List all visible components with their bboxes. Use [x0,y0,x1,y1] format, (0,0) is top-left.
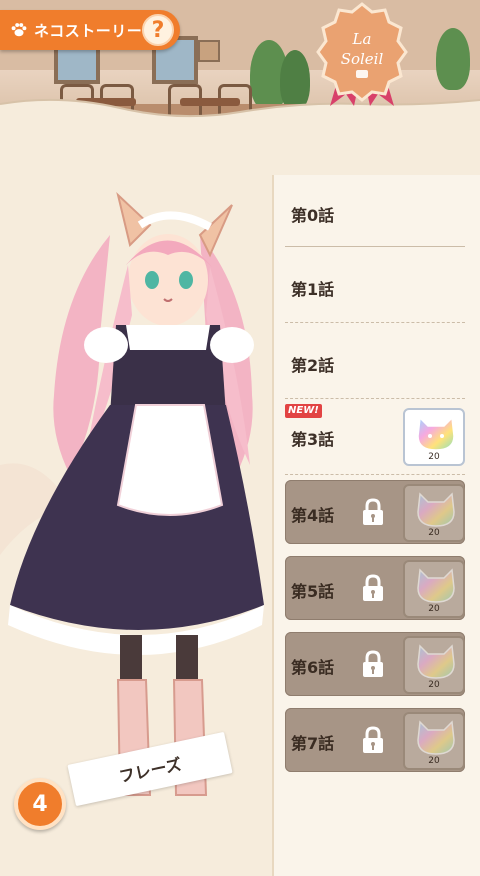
lock-icon [363,498,383,525]
chapter-label: 第2話 [291,356,335,375]
emblem-line1: La [352,30,372,48]
reward-count: 20 [428,528,440,538]
divider [285,246,465,247]
chapter-item-5[interactable]: 第5話 20 [285,556,465,620]
reward-item: 20 [403,560,465,618]
la-soleil-emblem: La Soleil [316,2,408,106]
chapter-label: 第6話 [291,658,335,677]
plant [436,28,470,90]
chapter-label: 第1話 [291,280,335,299]
rainbow-cat-gem-icon [417,416,455,451]
wall-frame [198,40,220,62]
reward-item[interactable]: 20 [403,408,465,466]
chapter-item-7[interactable]: 第7話 20 [285,708,465,772]
chapter-item-3[interactable]: 第3話 20 [285,404,465,468]
reward-item: 20 [403,636,465,694]
reward-item: 20 [403,712,465,770]
reward-count: 20 [428,452,440,462]
rainbow-cat-gem-icon [417,720,455,755]
reward-count: 20 [428,756,440,766]
chapter-item-4[interactable]: 第4話 20 [285,480,465,544]
lock-icon [363,726,383,753]
story-title: ネコストーリー [34,21,143,40]
chapter-label: 第3話 [291,430,335,449]
reward-item: 20 [403,484,465,542]
lock-icon [363,650,383,677]
divider [285,398,465,399]
story-header: ネコストーリー ? [0,10,180,50]
character-level-badge: 4 [14,778,66,830]
reward-count: 20 [428,680,440,690]
chapter-label: 第5話 [291,582,335,601]
chapter-label: 第4話 [291,506,335,525]
paw-icon [11,23,27,37]
chapter-item-0[interactable]: 第0話 [285,180,465,244]
rainbow-cat-gem-icon [417,568,455,603]
divider [285,322,465,323]
lock-icon [363,574,383,601]
chapter-item-1[interactable]: 第1話 [285,254,465,318]
chapter-label: 第0話 [291,206,335,225]
rainbow-cat-gem-icon [417,492,455,527]
chapter-label: 第7話 [291,734,335,753]
divider [285,474,465,475]
rainbow-cat-gem-icon [417,644,455,679]
chapter-item-2[interactable]: 第2話 [285,330,465,394]
emblem-line2: Soleil [341,50,384,68]
chapter-item-6[interactable]: 第6話 20 [285,632,465,696]
reward-count: 20 [428,604,440,614]
help-button[interactable]: ? [142,14,174,46]
